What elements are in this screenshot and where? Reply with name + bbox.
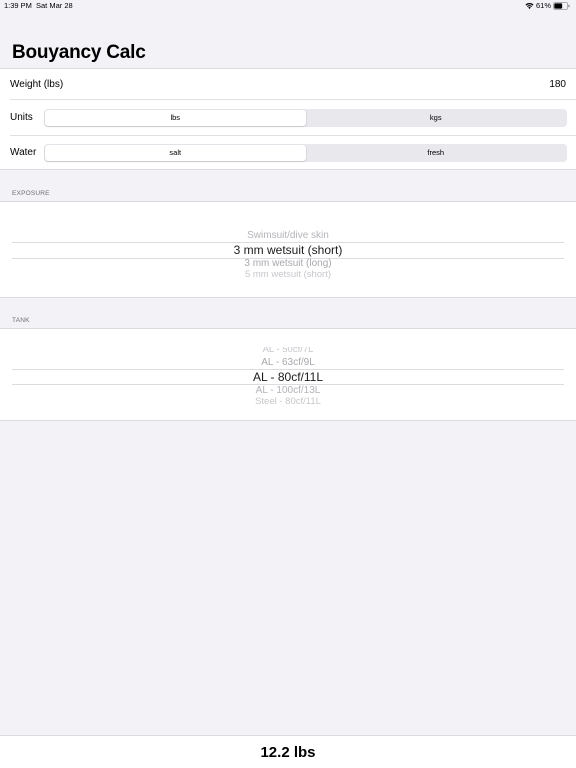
tank-picker-item[interactable]: AL - 63cf/9L bbox=[0, 357, 576, 368]
exposure-picker-item[interactable]: 3 mm wetsuit (long) bbox=[0, 258, 576, 269]
tank-picker-item[interactable]: AL - 50cf/7L bbox=[0, 347, 576, 355]
units-row: Units lbs kgs bbox=[0, 100, 576, 135]
tank-section-header: TANK bbox=[12, 317, 30, 324]
units-option-lbs[interactable]: lbs bbox=[45, 110, 306, 126]
status-time: 1:39 PM bbox=[4, 1, 32, 10]
result-bar: 12.2 lbs bbox=[0, 735, 576, 768]
units-label: Units bbox=[10, 112, 33, 123]
battery-percent: 61% bbox=[535, 1, 551, 10]
water-label: Water bbox=[10, 147, 37, 158]
water-row: Water salt fresh bbox=[0, 135, 576, 170]
water-segmented-control[interactable]: salt fresh bbox=[44, 144, 567, 162]
page-title: Bouyancy Calc bbox=[12, 42, 146, 63]
wifi-icon bbox=[525, 3, 534, 9]
settings-group: Weight (lbs) 180 Units lbs kgs Water sal… bbox=[0, 68, 576, 170]
units-segmented-control[interactable]: lbs kgs bbox=[44, 109, 567, 127]
weight-row[interactable]: Weight (lbs) 180 bbox=[0, 69, 576, 100]
exposure-picker-item[interactable]: Swimsuit/dive skin bbox=[0, 230, 576, 241]
tank-picker-item[interactable]: Steel - 80cf/11L bbox=[0, 397, 576, 406]
status-bar: 1:39 PM Sat Mar 28 61% bbox=[0, 0, 576, 12]
tank-picker-item-selected[interactable]: AL - 80cf/11L bbox=[0, 370, 576, 384]
battery-icon bbox=[553, 2, 570, 10]
tank-picker-item[interactable]: AL - 100cf/13L bbox=[0, 385, 576, 396]
tank-picker[interactable]: AL - 50cf/7L AL - 63cf/9L AL - 80cf/11L … bbox=[0, 328, 576, 421]
status-date: Sat Mar 28 bbox=[36, 1, 73, 10]
weight-label: Weight (lbs) bbox=[10, 79, 64, 90]
status-right: 61% bbox=[525, 0, 570, 12]
result-value: 12.2 lbs bbox=[260, 744, 316, 761]
units-option-kgs[interactable]: kgs bbox=[306, 110, 567, 126]
water-option-fresh[interactable]: fresh bbox=[306, 145, 567, 161]
weight-input[interactable]: 180 bbox=[549, 79, 566, 90]
exposure-picker-item[interactable]: 5 mm wetsuit (short) bbox=[0, 270, 576, 279]
exposure-section-header: EXPOSURE bbox=[12, 190, 50, 197]
exposure-picker[interactable]: Swimsuit/dive skin 3 mm wetsuit (short) … bbox=[0, 201, 576, 298]
water-option-salt[interactable]: salt bbox=[45, 145, 306, 161]
exposure-picker-item-selected[interactable]: 3 mm wetsuit (short) bbox=[0, 243, 576, 257]
